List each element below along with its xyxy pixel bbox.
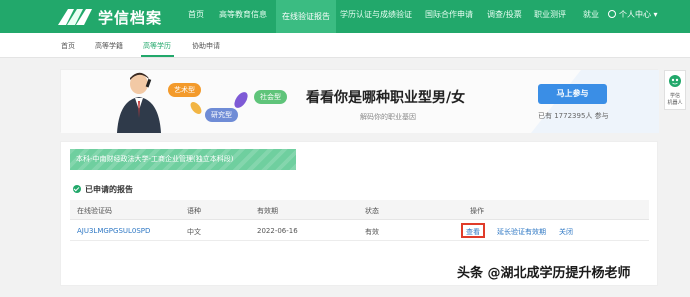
- table-row: AJU3LMGPGSUL0SPD 中文 2022-06-16 有效 查看 延长验…: [70, 220, 649, 241]
- extend-validity-link[interactable]: 延长验证有效期: [497, 227, 546, 237]
- tag-artistic: 艺术型: [168, 83, 201, 97]
- brand-name[interactable]: 学信档案: [98, 7, 162, 28]
- nav-degree-certification[interactable]: 学历认证与成绩验证: [340, 9, 412, 20]
- watermark-text: 头条 @湖北成学历提升杨老师: [457, 266, 631, 281]
- tag-social: 社会型: [254, 90, 287, 104]
- nav-online-verification-report[interactable]: 在线验证报告: [276, 0, 336, 33]
- view-report-link[interactable]: 查看: [466, 227, 480, 237]
- widget-label-line1: 学信: [669, 93, 680, 99]
- widget-label-line2: 机器人: [667, 100, 683, 106]
- user-center-label: 个人中心 ▾: [619, 10, 658, 19]
- nav-international-cooperation[interactable]: 国际合作申请: [425, 9, 473, 20]
- header-language: 语种: [187, 207, 201, 215]
- section-title-text: 已申请的报告: [85, 185, 133, 194]
- participant-count: 已有 1772395人 参与: [538, 112, 609, 120]
- chat-robot-widget[interactable]: 学信 机器人: [664, 70, 686, 110]
- verify-code-cell[interactable]: AJU3LMGPGSUL0SPD: [77, 227, 150, 235]
- subnav-higher-degree[interactable]: 高等学历: [143, 41, 171, 51]
- table-header: 在线验证码 语种 有效期 状态 操作: [70, 200, 649, 220]
- language-cell: 中文: [187, 228, 201, 236]
- user-center-menu[interactable]: 个人中心 ▾: [608, 9, 658, 20]
- header-verify-code: 在线验证码: [77, 207, 112, 215]
- join-now-button[interactable]: 马上参与: [538, 84, 607, 104]
- nav-home[interactable]: 首页: [188, 9, 204, 20]
- expiry-cell: 2022-06-16: [257, 227, 298, 235]
- active-tab-indicator: [141, 55, 174, 57]
- close-report-link[interactable]: 关闭: [559, 227, 573, 237]
- nav-career-assessment[interactable]: 职业测评: [534, 9, 566, 20]
- education-record-strip[interactable]: 本科-中南财经政法大学-工商企业管理(独立本科段): [70, 149, 296, 170]
- education-record-text: 本科-中南财经政法大学-工商企业管理(独立本科段): [76, 155, 234, 163]
- header-status: 状态: [365, 207, 379, 215]
- tag-research: 研究型: [205, 108, 238, 122]
- subnav-assist-apply[interactable]: 协助申请: [192, 41, 220, 51]
- section-title: 已申请的报告: [73, 184, 133, 195]
- check-circle-icon: [73, 185, 81, 193]
- nav-higher-edu-info[interactable]: 高等教育信息: [219, 9, 267, 20]
- robot-icon: [669, 75, 681, 87]
- career-test-banner[interactable]: 艺术型 社会型 研究型 看看你是哪种职业型男/女 解码你的职业基因 马上参与 已…: [60, 69, 659, 133]
- user-icon: [608, 10, 616, 18]
- nav-employment[interactable]: 就业: [583, 9, 599, 20]
- banner-subtitle: 解码你的职业基因: [360, 113, 416, 121]
- header-actions: 操作: [470, 207, 484, 215]
- subnav-home[interactable]: 首页: [61, 41, 75, 51]
- book-logo-icon[interactable]: [56, 5, 94, 27]
- banner-title: 看看你是哪种职业型男/女: [306, 90, 466, 106]
- status-cell: 有效: [365, 228, 379, 236]
- sub-navbar: 首页 高等学籍 高等学历 协助申请: [0, 33, 690, 58]
- subnav-higher-enrollment[interactable]: 高等学籍: [95, 41, 123, 51]
- header-expiry: 有效期: [257, 207, 278, 215]
- nav-survey-vote[interactable]: 调查/投票: [487, 9, 522, 20]
- top-navbar: 学信档案 首页 高等教育信息 在线验证报告 学历认证与成绩验证 国际合作申请 调…: [0, 0, 690, 33]
